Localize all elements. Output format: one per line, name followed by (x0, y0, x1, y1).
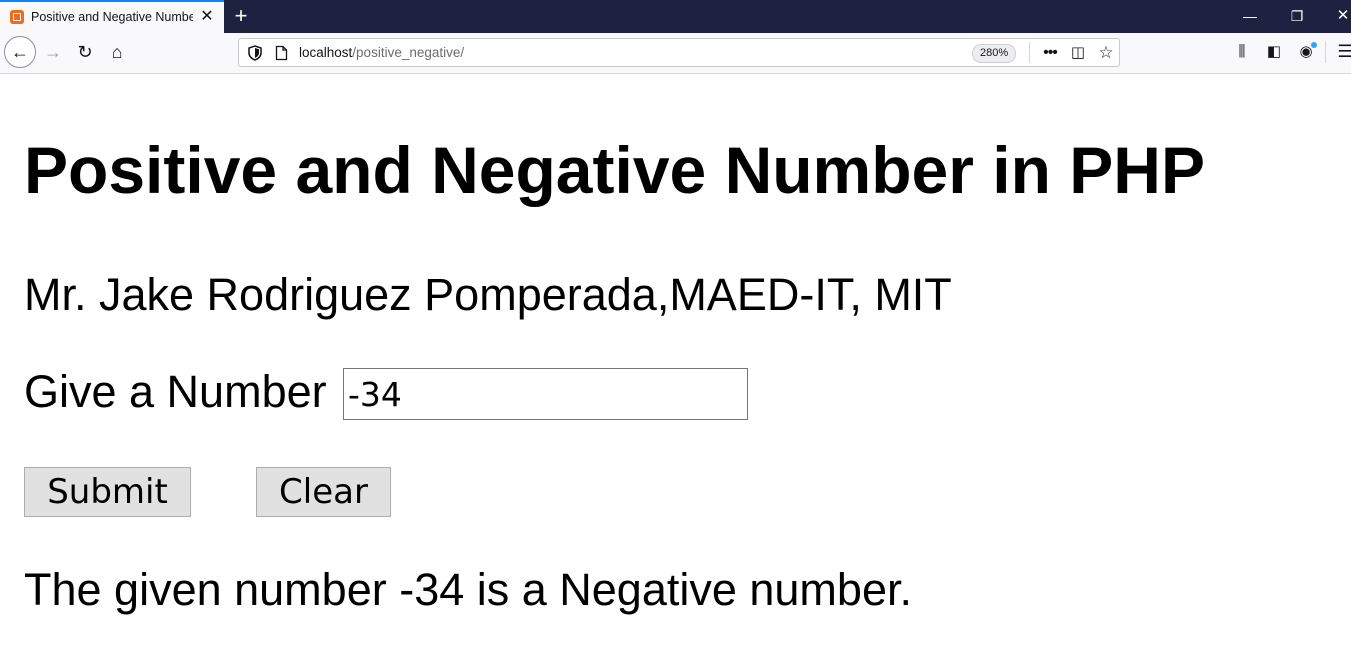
url-text[interactable]: localhost/positive_negative/ (299, 45, 464, 60)
url-host: localhost (299, 45, 353, 60)
urlbar-divider (1029, 42, 1030, 63)
clear-button[interactable]: Clear (256, 467, 391, 517)
restore-window-icon[interactable]: ❐ (1283, 4, 1311, 28)
result-message: The given number -34 is a Negative numbe… (24, 564, 912, 615)
submit-button[interactable]: Submit (24, 467, 191, 517)
number-input-label: Give a Number (24, 366, 327, 417)
page-actions-more-icon[interactable]: ••• (1039, 42, 1061, 64)
close-tab-icon[interactable]: ✕ (199, 8, 215, 26)
xampp-icon (10, 10, 24, 24)
reload-icon[interactable]: ↻ (73, 40, 97, 64)
account-notification-dot (1311, 42, 1317, 48)
sidebar-icon[interactable]: ◧ (1263, 41, 1285, 63)
back-arrow-icon[interactable]: ← (4, 36, 36, 68)
address-bar[interactable]: localhost/positive_negative/ 280% ••• ◫ … (238, 38, 1120, 67)
url-path: /positive_negative/ (352, 45, 465, 60)
new-tab-icon[interactable]: + (230, 4, 252, 28)
toolbar-divider (1325, 41, 1326, 63)
home-icon[interactable]: ⌂ (105, 40, 129, 64)
browser-tab[interactable]: Positive and Negative Number ✕ (0, 0, 224, 33)
close-window-icon[interactable]: ✕ (1329, 4, 1351, 28)
zoom-level-badge[interactable]: 280% (972, 44, 1017, 63)
page-info-icon[interactable] (275, 45, 288, 61)
author-name: Mr. Jake Rodriguez Pomperada,MAED-IT, MI… (24, 269, 952, 320)
minimize-window-icon[interactable]: — (1236, 4, 1264, 28)
number-input[interactable] (343, 368, 748, 420)
browser-titlebar: Positive and Negative Number ✕ + — ❐ ✕ (0, 0, 1351, 33)
bookmark-star-icon[interactable]: ☆ (1095, 42, 1117, 64)
browser-toolbar: ← → ↻ ⌂ localhost/positive_negative/ 280… (0, 33, 1351, 74)
forward-arrow-icon[interactable]: → (41, 40, 65, 64)
library-icon[interactable]: ⫼ (1231, 41, 1253, 63)
page-title: Positive and Negative Number in PHP (24, 133, 1205, 207)
pocket-icon[interactable]: ◫ (1067, 42, 1089, 64)
tab-title: Positive and Negative Number (31, 10, 193, 24)
tracking-shield-icon[interactable] (248, 45, 262, 61)
hamburger-menu-icon[interactable]: ☰ (1334, 41, 1351, 63)
